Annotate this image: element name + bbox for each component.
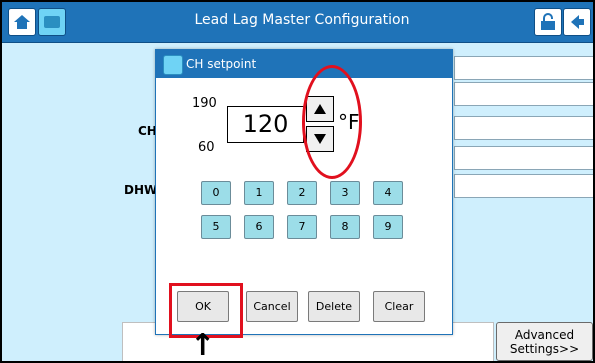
- ch-field[interactable]: [454, 116, 593, 140]
- page-title: Lead Lag Master Configuration: [194, 12, 410, 28]
- key-4[interactable]: 4: [373, 181, 403, 205]
- clear-button[interactable]: Clear: [373, 291, 425, 322]
- key-2[interactable]: 2: [287, 181, 317, 205]
- key-3[interactable]: 3: [330, 181, 360, 205]
- advanced-label-line1: Advanced: [514, 327, 575, 342]
- delete-button[interactable]: Delete: [308, 291, 360, 322]
- lock-icon: [541, 13, 555, 30]
- title-bar: Lead Lag Master Configuration: [2, 2, 593, 43]
- lock-button[interactable]: [534, 8, 562, 36]
- setpoint-value-input[interactable]: 120: [227, 106, 304, 143]
- max-limit-label: 190: [192, 96, 217, 111]
- back-arrow-icon: [571, 15, 584, 29]
- cancel-button[interactable]: Cancel: [246, 291, 298, 322]
- key-6[interactable]: 6: [244, 215, 274, 239]
- key-1[interactable]: 1: [244, 181, 274, 205]
- annotation-up-arrow: ↑: [190, 328, 216, 363]
- key-0[interactable]: 0: [201, 181, 231, 205]
- advanced-label-line2: Settings>>: [509, 341, 580, 356]
- screen-frame: Lead Lag Master Configuration CH DHW Adv…: [0, 0, 595, 363]
- dhw-field[interactable]: [454, 174, 593, 198]
- home-icon: [14, 15, 30, 29]
- key-7[interactable]: 7: [287, 215, 317, 239]
- highlight-arrows-ring: [302, 65, 362, 179]
- key-8[interactable]: 8: [330, 215, 360, 239]
- config-field-2[interactable]: [454, 82, 593, 106]
- advanced-settings-button[interactable]: Advanced Settings>>: [496, 322, 593, 361]
- min-limit-label: 60: [198, 140, 215, 155]
- config-field-4[interactable]: [454, 146, 593, 170]
- back-button[interactable]: [563, 8, 591, 36]
- dialog-title: CH setpoint: [186, 57, 257, 71]
- dialog-app-icon: [163, 55, 183, 75]
- config-field-1[interactable]: [454, 56, 593, 80]
- key-5[interactable]: 5: [201, 215, 231, 239]
- device-button[interactable]: [38, 8, 66, 36]
- dialog-title-bar: CH setpoint: [156, 50, 452, 78]
- device-icon: [44, 16, 60, 28]
- key-9[interactable]: 9: [373, 215, 403, 239]
- home-button[interactable]: [8, 8, 36, 36]
- dhw-label: DHW: [124, 183, 158, 197]
